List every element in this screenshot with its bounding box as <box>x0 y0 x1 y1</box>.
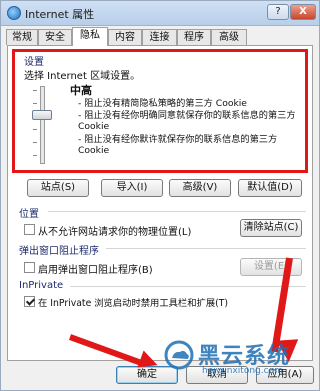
tab-programs[interactable]: 程序 <box>177 29 211 45</box>
popup-blocker-label: 启用弹出窗口阻止程序(B) <box>38 265 153 276</box>
inprivate-checkbox-label: 在 InPrivate 浏览启动时禁用工具栏和扩展(T) <box>38 298 229 309</box>
cloud-logo-icon <box>164 340 194 370</box>
clear-sites-button[interactable]: 清除站点(C) <box>240 219 302 237</box>
watermark: 黑云系统 heiyunxitong.com <box>160 336 320 391</box>
advanced-button[interactable]: 高级(V) <box>169 179 231 197</box>
title-bar: Internet 属性 ? X <box>1 1 319 26</box>
popup-settings-button[interactable]: 设置(E) <box>240 258 302 276</box>
location-group-label: 位置 <box>19 209 39 220</box>
inprivate-checkbox[interactable] <box>24 296 35 307</box>
location-checkbox[interactable] <box>24 224 35 235</box>
internet-explorer-icon <box>7 6 21 20</box>
watermark-url: heiyunxitong.com <box>202 366 283 376</box>
group-divider <box>70 286 306 287</box>
tab-content[interactable]: 内容 <box>108 29 142 45</box>
help-button[interactable]: ? <box>267 4 289 20</box>
group-divider <box>48 211 306 212</box>
window-title: Internet 属性 <box>25 8 95 21</box>
tab-advanced[interactable]: 高级 <box>211 29 247 45</box>
location-checkbox-label: 从不允许网站请求你的物理位置(L) <box>38 227 192 238</box>
close-button[interactable]: X <box>290 4 316 20</box>
highlight-box <box>12 49 308 173</box>
tab-privacy[interactable]: 隐私 <box>72 27 108 46</box>
default-button[interactable]: 默认值(D) <box>238 179 302 197</box>
popup-blocker-checkbox[interactable] <box>24 262 35 273</box>
tab-connections[interactable]: 连接 <box>142 29 177 45</box>
group-divider <box>106 248 306 249</box>
inprivate-group-label: InPrivate <box>19 280 64 291</box>
sites-button[interactable]: 站点(S) <box>27 179 89 197</box>
tab-general[interactable]: 常规 <box>6 29 38 45</box>
popup-group-label: 弹出窗口阻止程序 <box>19 246 99 257</box>
import-button[interactable]: 导入(I) <box>101 179 163 197</box>
tab-security[interactable]: 安全 <box>38 29 72 45</box>
